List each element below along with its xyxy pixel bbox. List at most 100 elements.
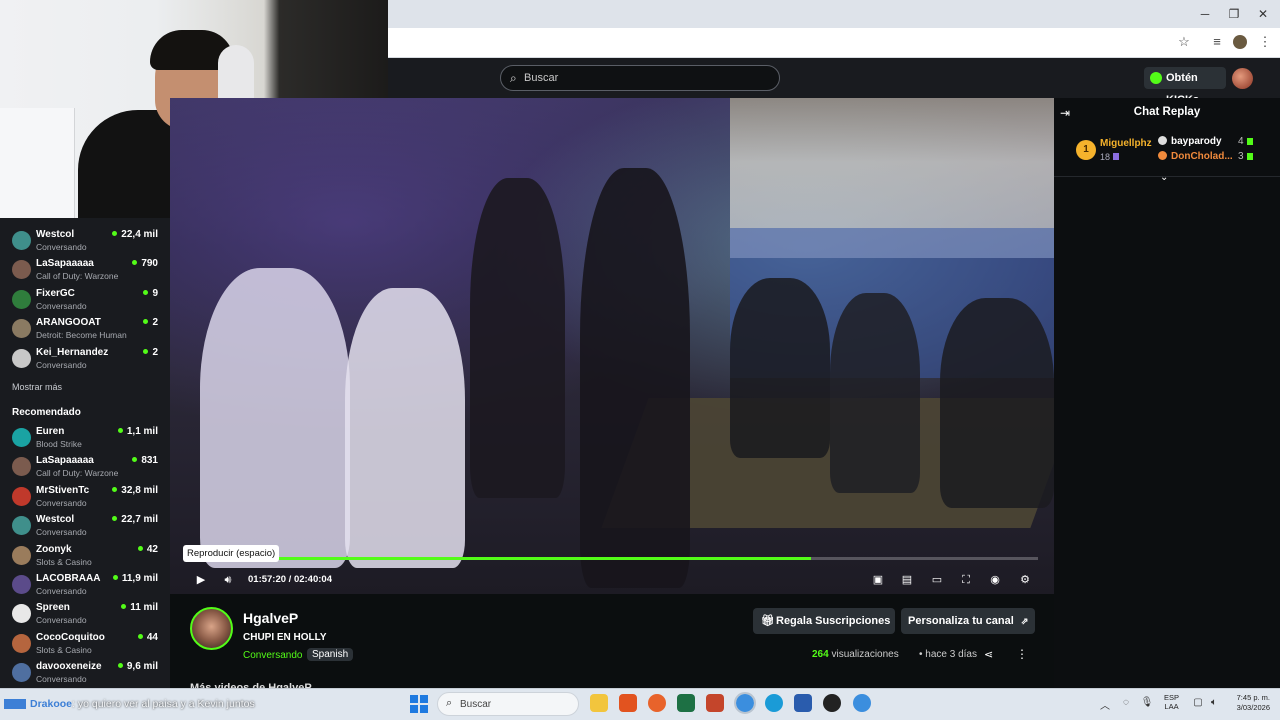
channel-avatar: [12, 457, 31, 477]
channel-avatar: [12, 231, 31, 250]
channel-row[interactable]: Kei_Hernandez Conversando 2: [0, 346, 170, 375]
channel-avatar: [12, 516, 31, 536]
channel-row[interactable]: ARANGOOAT Detroit: Become Human 2: [0, 316, 170, 345]
channel-name: LaSapaaaaa: [36, 455, 94, 467]
restore-icon[interactable]: ❐: [1226, 6, 1242, 22]
channel-category: Conversando: [36, 527, 87, 538]
streamer-avatar[interactable]: [190, 607, 233, 650]
gift-subscriptions-button[interactable]: 🎁︎ Regala Suscripciones: [753, 608, 895, 634]
browser-address-bar[interactable]: [388, 28, 1280, 58]
channel-avatar: [12, 604, 31, 624]
microphone-icon[interactable]: 🎙︎: [1140, 696, 1154, 710]
video-scene-person: [730, 278, 830, 458]
channel-category: Conversando: [36, 497, 87, 508]
channel-row[interactable]: Westcol Conversando 22,4 mil: [0, 228, 170, 257]
playback-speed-icon[interactable]: ◉: [988, 573, 1002, 587]
share-icon[interactable]: ⋖: [984, 648, 993, 661]
top-gifter-rank-badge: 1: [1076, 140, 1096, 160]
menu-icon[interactable]: ⋮: [1256, 33, 1274, 51]
channel-avatar: [12, 663, 31, 683]
channel-category: Conversando: [36, 586, 87, 596]
taskbar-search-icon: ⌕: [446, 697, 453, 709]
viewer-count: 790: [132, 258, 158, 269]
customize-channel-button[interactable]: Personaliza tu canal ⇗: [901, 608, 1035, 634]
clip-icon[interactable]: ▤: [900, 573, 914, 587]
video-scene-person: [580, 168, 690, 588]
gift-icon: 🎁︎: [761, 615, 775, 627]
webcam-bed: [0, 108, 75, 218]
edge-icon[interactable]: [765, 694, 783, 712]
gifter-row[interactable]: bayparody: [1158, 136, 1222, 147]
fullscreen-icon[interactable]: ⛶: [959, 573, 973, 587]
firefox-icon[interactable]: [648, 694, 666, 712]
expand-leaderboard-icon[interactable]: ⌄: [1160, 172, 1168, 183]
volume-icon[interactable]: 🔊︎: [221, 573, 235, 587]
close-icon[interactable]: ✕: [1255, 6, 1271, 22]
channel-row[interactable]: Spreen Conversando 11 mil: [0, 601, 170, 630]
settings-gear-icon[interactable]: ⚙: [1018, 573, 1032, 587]
channel-row[interactable]: Westcol Conversando 22,7 mil: [0, 513, 170, 542]
viewer-count: 11,9 mil: [113, 573, 158, 584]
windows-start-icon[interactable]: [410, 695, 428, 713]
file-explorer-icon[interactable]: [590, 694, 608, 712]
show-more-link[interactable]: Mostrar más: [12, 382, 62, 392]
channel-row[interactable]: FixerGC Conversando 9: [0, 287, 170, 316]
channel-category: Call of Duty: Warzone: [36, 468, 119, 479]
channel-category: Call of Duty: Warzone: [36, 271, 119, 282]
user-avatar[interactable]: [1232, 68, 1253, 89]
gifter-row[interactable]: DonCholad...: [1158, 151, 1233, 162]
streamer-name[interactable]: HgalveP: [243, 610, 298, 626]
tray-overflow-icon[interactable]: ︿: [1100, 697, 1110, 712]
word-icon[interactable]: [794, 694, 812, 712]
channel-avatar: [12, 348, 31, 368]
tray-app-icon[interactable]: ◌: [1119, 696, 1133, 710]
star-icon[interactable]: ☆: [1175, 33, 1193, 51]
clock-time: 7:45 p. m.: [1236, 693, 1270, 702]
channel-row[interactable]: Zoonyk Slots & Casino 42: [0, 543, 170, 572]
channel-row[interactable]: LaSapaaaaa Call of Duty: Warzone 831: [0, 454, 170, 483]
clock-date: 3/03/2026: [1236, 703, 1270, 712]
powerpoint-icon[interactable]: [706, 694, 724, 712]
media-icon[interactable]: ≡: [1208, 33, 1226, 51]
channel-row[interactable]: davooxeneize Conversando 9,6 mil: [0, 660, 170, 689]
profile-icon[interactable]: [1233, 35, 1247, 49]
search-input[interactable]: ⌕ Buscar: [500, 65, 780, 91]
stream-category[interactable]: Conversando: [243, 650, 302, 661]
video-scene-person: [470, 178, 565, 498]
channel-category: Slots & Casino: [36, 556, 92, 567]
language-indicator[interactable]: ESP LAA: [1164, 693, 1179, 711]
excel-icon[interactable]: [677, 694, 695, 712]
taskbar-search[interactable]: ⌕ Buscar: [437, 692, 579, 716]
chrome-icon[interactable]: [734, 692, 756, 714]
video-progress-bar[interactable]: [186, 557, 1038, 560]
more-options-icon[interactable]: ⋮: [1016, 647, 1028, 661]
minimize-icon[interactable]: ─: [1197, 6, 1213, 22]
channel-category: Conversando: [36, 674, 87, 685]
video-player[interactable]: [170, 98, 1054, 594]
channel-avatar: [12, 486, 31, 506]
brave-icon[interactable]: [619, 694, 637, 712]
channel-name: FixerGC: [36, 287, 75, 299]
chrome-profile-icon[interactable]: [853, 694, 871, 712]
channel-row[interactable]: LACOBRAAA Conversando 11,9 mil: [0, 572, 170, 601]
channel-row[interactable]: MrStivenTc Conversando 32,8 mil: [0, 484, 170, 513]
speaker-icon[interactable]: 🔈︎: [1207, 696, 1221, 710]
channel-avatar: [12, 633, 31, 653]
miniplayer-icon[interactable]: ▣: [871, 573, 885, 587]
chat-title: Chat Replay: [1133, 106, 1201, 118]
channel-row[interactable]: CocoCoquitoo Slots & Casino 44: [0, 631, 170, 660]
get-kicks-button[interactable]: Obtén KICKs: [1144, 67, 1226, 106]
language-badge[interactable]: Spanish: [307, 648, 354, 661]
viewer-count: 2: [143, 347, 158, 358]
top-gifter-name[interactable]: Miguellphz: [1100, 138, 1152, 149]
theater-mode-icon[interactable]: ▭: [930, 573, 944, 587]
channel-row[interactable]: Euren Blood Strike 1,1 mil: [0, 425, 170, 454]
gift-subscriptions-label: Regala Suscripciones: [776, 615, 891, 627]
top-gifter-count: 18: [1100, 152, 1119, 162]
obs-icon[interactable]: [823, 694, 841, 712]
taskbar-clock[interactable]: 7:45 p. m. 3/03/2026: [1226, 693, 1270, 713]
play-icon[interactable]: ▶: [194, 573, 208, 587]
network-icon[interactable]: ▢: [1191, 696, 1205, 710]
channel-row[interactable]: LaSapaaaaa Call of Duty: Warzone 790: [0, 257, 170, 286]
channel-name: ARANGOOAT: [36, 317, 101, 329]
